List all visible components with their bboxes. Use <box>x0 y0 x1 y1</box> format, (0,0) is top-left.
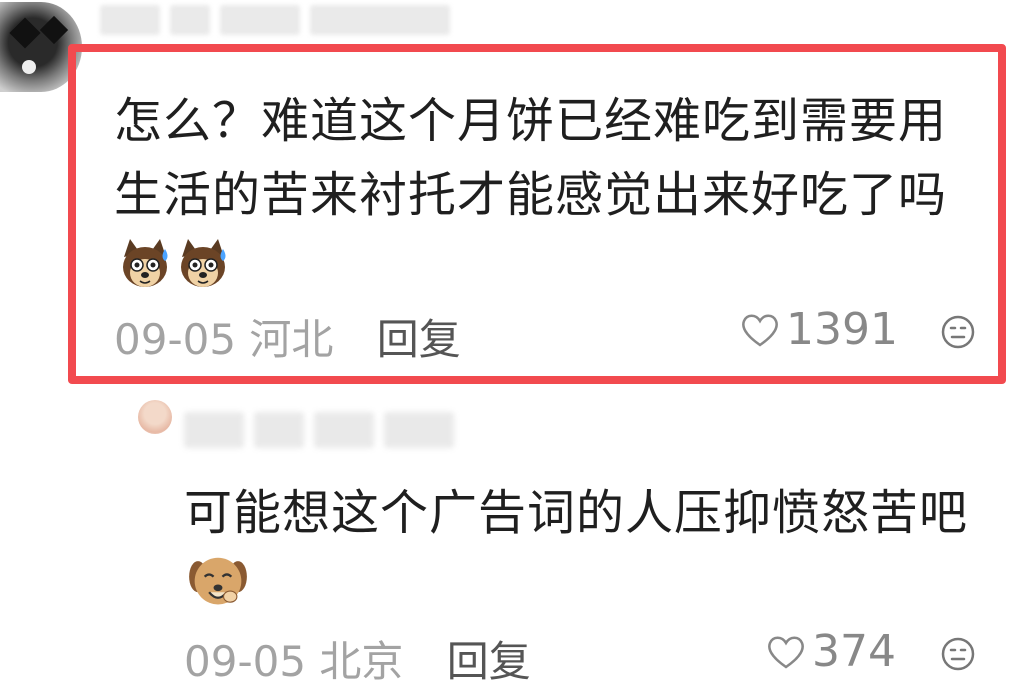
reply-like-count: 374 <box>812 626 896 677</box>
reply-comment-reply-button[interactable]: 回复 <box>447 637 531 686</box>
emoji-reaction-icon[interactable] <box>940 314 976 350</box>
reply-comment-date: 09-05 <box>184 637 307 686</box>
like-button[interactable]: 1391 <box>740 304 898 355</box>
dog-sweat-icon <box>123 239 168 287</box>
heart-icon <box>768 636 804 669</box>
username-blurred <box>100 0 460 40</box>
comment-meta: 09-05 河北 回复 <box>114 306 461 367</box>
dog-laugh-icon <box>189 557 247 605</box>
reply-avatar[interactable] <box>138 400 172 434</box>
reply-like-button[interactable]: 374 <box>766 626 896 677</box>
comment-text: 怎么？难道这个月饼已经难吃到需要用生活的苦来衬托才能感觉出来好吃了吗 <box>114 84 994 306</box>
reply-button[interactable]: 回复 <box>377 315 461 364</box>
reply-username-blurred <box>184 404 464 454</box>
reply-comment-text-content: 可能想这个广告词的人压抑愤怒苦吧 <box>184 485 969 541</box>
like-count: 1391 <box>786 304 898 355</box>
comment-date: 09-05 <box>114 315 237 364</box>
reply-comment-text: 可能想这个广告词的人压抑愤怒苦吧 <box>184 476 1004 625</box>
reply-comment-meta: 09-05 北京 回复 <box>184 628 531 689</box>
comment-location: 河北 <box>249 315 334 364</box>
comment-text-content: 怎么？难道这个月饼已经难吃到需要用生活的苦来衬托才能感觉出来好吃了吗 <box>114 93 948 223</box>
reply-emoji-reaction-icon[interactable] <box>940 636 976 672</box>
dog-sweat-icon <box>181 239 226 287</box>
reply-comment-location: 北京 <box>319 637 404 686</box>
heart-icon <box>742 314 778 347</box>
